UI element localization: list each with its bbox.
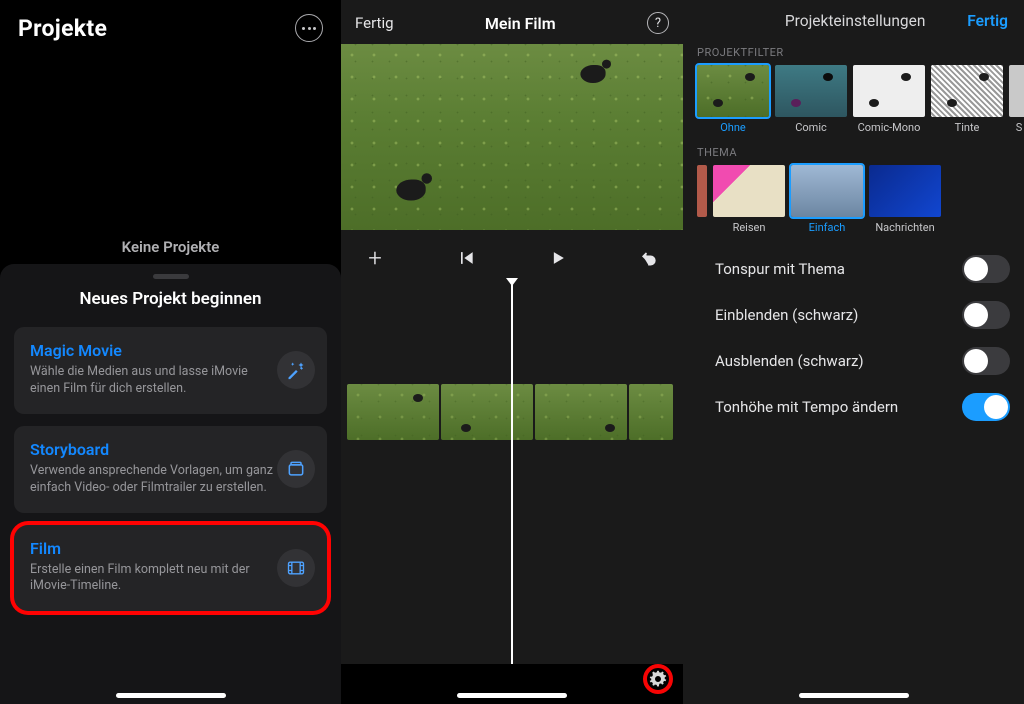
- toggle-theme-soundtrack[interactable]: Tonspur mit Thema: [715, 246, 1010, 292]
- project-title: Mein Film: [485, 14, 556, 33]
- transport-bar: +: [341, 230, 683, 280]
- toggle-fade-in[interactable]: Einblenden (schwarz): [715, 292, 1010, 338]
- bird-graphic: [580, 65, 605, 83]
- home-indicator: [457, 693, 567, 698]
- toggle-label: Tonhöhe mit Tempo ändern: [715, 398, 898, 416]
- question-mark-icon: ?: [655, 16, 661, 31]
- switch[interactable]: [962, 301, 1010, 329]
- play-button[interactable]: [544, 244, 572, 272]
- theme-section-label: THEMA: [683, 140, 1024, 163]
- no-projects-label: Keine Projekte: [0, 238, 341, 256]
- theme-row[interactable]: Reisen Einfach Nachrichten: [683, 163, 1024, 236]
- filter-caption: Comic-Mono: [853, 121, 925, 134]
- filter-none[interactable]: Ohne: [697, 65, 769, 134]
- card-description: Wähle die Medien aus und lasse iMovie ei…: [30, 364, 273, 398]
- done-button[interactable]: Fertig: [355, 14, 394, 32]
- skip-back-icon: [456, 248, 476, 268]
- filter-more[interactable]: S: [1009, 65, 1024, 134]
- film-card[interactable]: Film Erstelle einen Film komplett neu mi…: [14, 525, 327, 612]
- card-description: Erstelle einen Film komplett neu mit der…: [30, 562, 273, 596]
- playhead[interactable]: [511, 280, 513, 698]
- filter-caption: S: [1009, 121, 1024, 134]
- rewind-button[interactable]: [452, 244, 480, 272]
- card-title: Film: [30, 539, 273, 558]
- switch[interactable]: [962, 255, 1010, 283]
- plus-icon: +: [368, 248, 382, 268]
- timeline-clip[interactable]: [535, 384, 627, 440]
- bird-graphic: [396, 180, 425, 201]
- timeline-clip[interactable]: [347, 384, 439, 440]
- toggle-pitch-tempo[interactable]: Tonhöhe mit Tempo ändern: [715, 384, 1010, 430]
- switch[interactable]: [962, 347, 1010, 375]
- timeline-clip[interactable]: [629, 384, 673, 440]
- magic-movie-card[interactable]: Magic Movie Wähle die Medien aus und las…: [14, 327, 327, 414]
- ellipsis-icon: [302, 27, 316, 30]
- timeline[interactable]: [341, 280, 683, 704]
- add-media-button[interactable]: +: [361, 244, 389, 272]
- projects-screen: Projekte Keine Projekte Neues Projekt be…: [0, 0, 341, 704]
- sheet-drag-handle[interactable]: [153, 274, 189, 279]
- settings-done-button[interactable]: Fertig: [967, 12, 1008, 30]
- storyboard-icon: [277, 450, 315, 488]
- undo-button[interactable]: [635, 244, 663, 272]
- filter-caption: Tinte: [931, 121, 1003, 134]
- filter-caption: Comic: [775, 121, 847, 134]
- filter-section-label: PROJEKTFILTER: [683, 40, 1024, 63]
- storyboard-card[interactable]: Storyboard Verwende ansprechende Vorlage…: [14, 426, 327, 513]
- film-strip-icon: [277, 549, 315, 587]
- card-description: Verwende ansprechende Vorlagen, um ganz …: [30, 463, 273, 497]
- theme-caption: Einfach: [791, 221, 863, 234]
- filter-caption: Ohne: [697, 121, 769, 134]
- theme-caption: Nachrichten: [869, 221, 941, 234]
- projects-title: Projekte: [18, 15, 107, 42]
- project-settings-button[interactable]: [643, 664, 673, 694]
- card-title: Storyboard: [30, 440, 273, 459]
- help-button[interactable]: ?: [647, 12, 669, 34]
- filter-row[interactable]: Ohne Comic Comic-Mono Tinte S: [683, 63, 1024, 136]
- filter-comic[interactable]: Comic: [775, 65, 847, 134]
- undo-icon: [639, 248, 659, 268]
- toggle-fade-out[interactable]: Ausblenden (schwarz): [715, 338, 1010, 384]
- theme-simple[interactable]: Einfach: [791, 165, 863, 234]
- theme-prev[interactable]: [697, 165, 707, 234]
- magic-wand-icon: [277, 351, 315, 389]
- video-preview[interactable]: [341, 44, 683, 230]
- toggle-label: Einblenden (schwarz): [715, 306, 858, 324]
- play-icon: [548, 248, 568, 268]
- switch[interactable]: [962, 393, 1010, 421]
- new-project-sheet: Neues Projekt beginnen Magic Movie Wähle…: [0, 264, 341, 704]
- timeline-clip[interactable]: [441, 384, 533, 440]
- theme-travel[interactable]: Reisen: [713, 165, 785, 234]
- theme-caption: Reisen: [713, 221, 785, 234]
- more-options-button[interactable]: [295, 14, 323, 42]
- gear-icon: [649, 670, 667, 688]
- settings-title: Projekteinstellungen: [785, 12, 926, 30]
- card-title: Magic Movie: [30, 341, 273, 360]
- toggle-list: Tonspur mit Thema Einblenden (schwarz) A…: [683, 236, 1024, 430]
- filter-comic-mono[interactable]: Comic-Mono: [853, 65, 925, 134]
- theme-news[interactable]: Nachrichten: [869, 165, 941, 234]
- home-indicator: [799, 693, 909, 698]
- editor-screen: Fertig Mein Film ? +: [341, 0, 683, 704]
- sheet-title: Neues Projekt beginnen: [14, 289, 327, 309]
- project-settings-screen: Projekteinstellungen Fertig PROJEKTFILTE…: [683, 0, 1024, 704]
- home-indicator: [116, 693, 226, 698]
- toggle-label: Ausblenden (schwarz): [715, 352, 864, 370]
- filter-ink[interactable]: Tinte: [931, 65, 1003, 134]
- toggle-label: Tonspur mit Thema: [715, 260, 845, 278]
